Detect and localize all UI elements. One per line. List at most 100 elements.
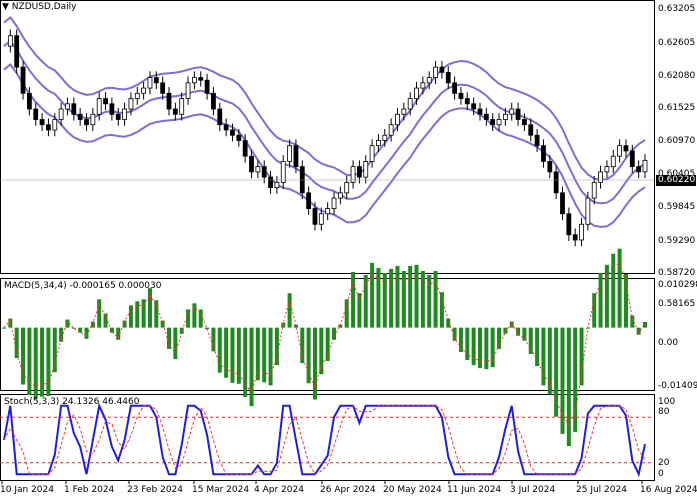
candle-body [255,166,261,173]
macd-histogram-bar [363,275,368,328]
candle-body [490,119,496,126]
macd-histogram-bar [370,262,375,328]
candle-body [261,166,267,178]
candle-body [471,103,477,110]
candle-body [572,234,578,241]
candle-body [39,119,45,126]
candle-body [103,98,108,105]
candle-body [312,208,318,225]
candle-body [77,113,83,120]
macd-histogram-bar [630,315,635,328]
price-layer [0,15,654,247]
macd-histogram-bar [541,327,546,386]
bollinger-lower-band [3,63,646,228]
candle-body [528,124,534,136]
macd-tick-label: 0.00 [658,338,679,348]
macd-histogram-bar [433,270,438,328]
window-title[interactable]: ▼ NZDUSD,Daily [2,2,77,13]
macd-histogram-bar [325,327,330,362]
macd-histogram-bar [167,327,172,349]
macd-histogram-bar [312,327,317,400]
candle-body [388,124,394,136]
candle-body [33,108,39,120]
macd-histogram-bar [344,299,349,328]
candle-body [566,213,572,236]
candle-body [211,92,216,110]
price-tick-label: 0.63205 [658,4,696,14]
candle-body [249,155,254,173]
macd-histogram-bar [332,327,337,340]
candle-body [395,113,400,126]
macd-label: MACD(5,34,4) -0.000165 0.000030 [4,281,162,291]
candle-body [547,161,553,173]
macd-histogram-bar [306,327,311,384]
candle-body [160,82,166,94]
macd-histogram-bar [262,327,267,383]
candle-body [617,145,623,157]
macd-histogram-bar [382,272,387,328]
candle-body [325,208,331,215]
dropdown-triangle-icon[interactable]: ▼ [2,2,9,12]
candle-body [26,92,32,110]
candle-body [464,98,470,105]
macd-histogram-bar [224,327,229,378]
price-tick-label: 0.61525 [658,103,696,113]
macd-histogram-bar [408,265,413,328]
macd-histogram-bar [154,300,159,328]
candle-body [585,197,591,225]
candle-body [369,145,375,162]
date-tick-label: 1 Feb 2024 [64,485,115,495]
macd-histogram-bar [268,327,273,386]
macd-histogram-bar [33,327,38,400]
macd-histogram-bar [458,327,463,352]
candle-body [337,192,343,199]
candle-body [604,166,610,173]
candle-body [7,35,13,47]
macd-histogram-bar [211,327,216,352]
candle-body [134,92,140,99]
macd-histogram-bar [84,327,89,339]
stoch-main-line [3,402,646,478]
candle-body [191,77,197,84]
candle-body [407,98,413,110]
candle-body [179,98,185,115]
candle-body [458,92,464,99]
candle-body [401,108,407,115]
candle-body [204,79,210,94]
candle-body [280,161,286,183]
candle-body [382,134,388,141]
candle-body [452,82,458,94]
candle-body [363,161,369,178]
candle-body [122,108,127,120]
date-tick-label: 16 Aug 2024 [640,485,697,495]
date-tick-label: 20 May 2024 [383,485,442,495]
macd-histogram-bar [547,327,552,395]
macd-histogram-bar [617,248,622,328]
candle-body [166,92,172,110]
date-tick-label: 4 Apr 2024 [254,485,304,495]
candle-body [230,129,235,136]
date-tick-label: 3 Jul 2024 [510,485,556,495]
macd-histogram-bar [566,327,571,447]
macd-histogram-bar [205,327,210,330]
candle-body [46,124,51,131]
price-tick-label: 0.60970 [658,136,696,146]
date-tick-label: 11 Jun 2024 [447,485,502,495]
candle-body [109,103,115,115]
candle-body [636,166,642,173]
macd-histogram-bar [439,292,444,328]
macd-histogram-bar [490,327,495,368]
candle-body [331,197,337,209]
stoch-tick-label: 20 [658,458,670,468]
stoch-tick-label: 0 [658,469,664,479]
macd-histogram-bar [401,270,406,328]
macd-histogram-bar [477,327,482,369]
macd-histogram-bar [135,301,140,328]
macd-histogram-bar [484,327,489,370]
chart-canvas [0,0,655,484]
macd-histogram-bar [604,264,609,328]
macd-histogram-bar [243,327,248,397]
candle-body [153,77,159,84]
macd-histogram-bar [592,293,597,328]
candle-body [84,119,89,126]
